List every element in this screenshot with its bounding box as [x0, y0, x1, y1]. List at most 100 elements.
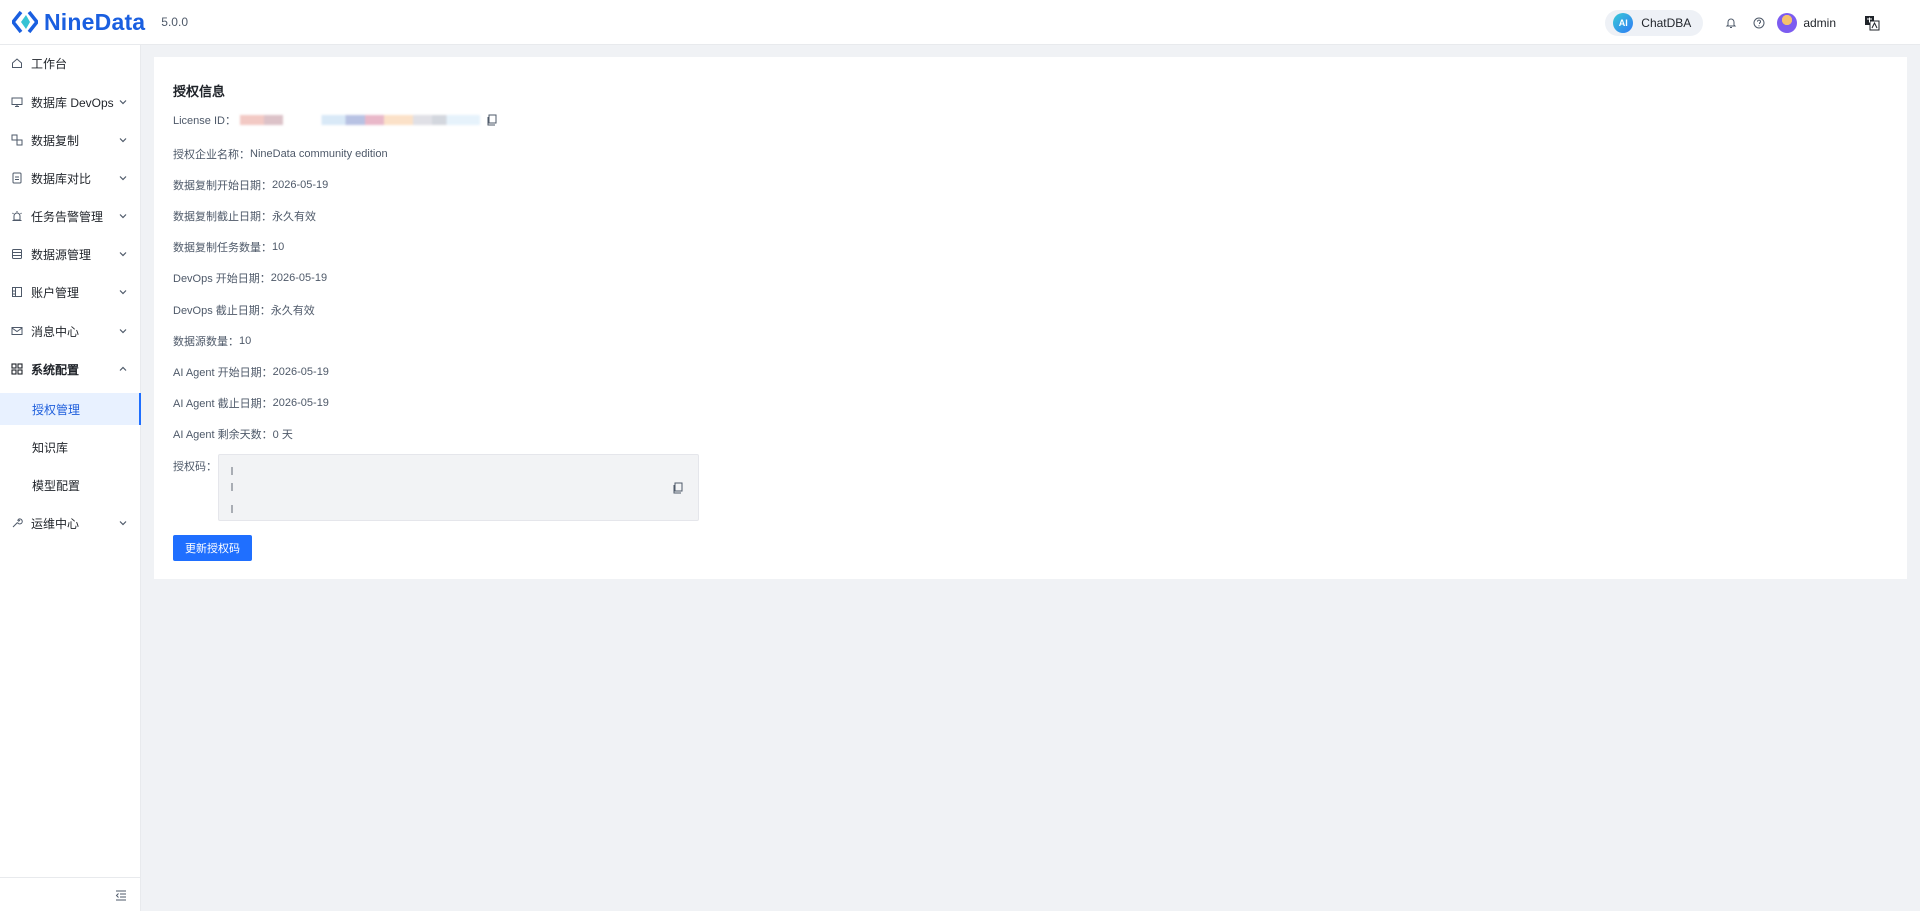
info-label: AI Agent 剩余天数： — [173, 429, 273, 441]
chatdba-label: ChatDBA — [1641, 15, 1692, 30]
sidebar-item-label: 任务告警管理 — [31, 209, 104, 224]
sidebar-subitem-label: 知识库 — [32, 440, 69, 455]
chevron-down-icon — [119, 329, 127, 334]
sidebar-item-label: 数据源管理 — [31, 247, 92, 262]
info-label: 数据复制截止日期： — [173, 211, 272, 223]
bell-icon[interactable] — [1717, 9, 1745, 37]
info-row: AI Agent 开始日期： 2026-05-19 — [173, 364, 329, 380]
chevron-down-icon — [119, 252, 127, 257]
code-line-redacted — [231, 483, 233, 491]
sidebar-subitem-knowledge-base[interactable]: 知识库 — [0, 431, 141, 463]
info-value: NineData community edition — [250, 148, 388, 160]
info-value: 2026-05-19 — [272, 397, 329, 409]
info-label: 数据复制开始日期： — [173, 180, 272, 192]
page-title: 授权信息 — [173, 84, 226, 99]
info-label: 授权企业名称： — [173, 149, 250, 161]
license-id-label: License ID： — [173, 115, 236, 127]
grid-icon — [10, 362, 24, 376]
avatar — [1777, 12, 1798, 33]
sidebar-item-label: 数据库 DevOps — [31, 95, 114, 110]
account-icon — [10, 285, 24, 299]
sidebar-item-messages[interactable]: 消息中心 — [0, 316, 141, 346]
sidebar-item-label: 数据库对比 — [31, 171, 92, 186]
chevron-up-icon — [119, 366, 127, 371]
info-label: DevOps 截止日期： — [173, 305, 271, 317]
ninedata-logo-icon — [11, 9, 39, 35]
compare-icon — [10, 171, 24, 185]
info-value: 10 — [239, 335, 252, 347]
top-header: NineData 5.0.0 AI ChatDBA admin — [0, 0, 1920, 45]
info-label: 数据复制任务数量： — [173, 242, 272, 254]
code-line-redacted — [231, 467, 233, 475]
chevron-down-icon — [119, 176, 127, 181]
sidebar-subitem-label: 模型配置 — [32, 478, 81, 493]
chevron-down-icon — [119, 214, 127, 219]
info-value: 永久有效 — [272, 211, 316, 223]
sidebar-item-label: 账户管理 — [31, 285, 80, 300]
database-icon — [10, 247, 24, 261]
info-row: AI Agent 剩余天数： 0 天 — [173, 426, 293, 442]
info-row: 数据复制任务数量： 10 — [173, 239, 284, 255]
language-icon[interactable] — [1858, 9, 1886, 37]
info-value: 2026-05-19 — [272, 366, 329, 378]
brand-logo[interactable]: NineData — [11, 8, 146, 36]
license-id-redacted — [239, 115, 480, 125]
chevron-down-icon — [119, 100, 127, 105]
sidebar-item-ops-center[interactable]: 运维中心 — [0, 508, 141, 538]
license-code-label: 授权码： — [173, 461, 217, 473]
info-row: AI Agent 截止日期： 2026-05-19 — [173, 395, 329, 411]
sidebar-item-label: 系统配置 — [31, 362, 80, 377]
collapse-menu-icon — [115, 890, 126, 901]
info-value: 永久有效 — [270, 305, 315, 317]
sidebar-subitem-label: 授权管理 — [32, 402, 81, 417]
brand-name: NineData — [44, 8, 146, 35]
alarm-icon — [10, 209, 24, 223]
info-label: AI Agent 截止日期： — [173, 398, 273, 410]
info-row: 授权企业名称： NineData community edition — [173, 146, 388, 162]
sidebar-item-workbench[interactable]: 工作台 — [0, 48, 141, 78]
sidebar-subitem-license[interactable]: 授权管理 — [0, 393, 141, 425]
sidebar-item-account[interactable]: 账户管理 — [0, 277, 141, 307]
mail-icon — [10, 324, 24, 338]
sidebar-collapse-button[interactable] — [0, 877, 141, 911]
info-value: 10 — [272, 241, 285, 253]
code-line-redacted — [231, 505, 233, 513]
copy-icon[interactable] — [672, 482, 684, 494]
monitor-icon — [10, 95, 24, 109]
sidebar-item-compare[interactable]: 数据库对比 — [0, 163, 141, 193]
info-value: 2026-05-19 — [270, 272, 328, 284]
sidebar-item-label: 运维中心 — [31, 516, 80, 531]
user-name: admin — [1803, 15, 1836, 30]
license-info-card: 授权信息 License ID： 授权企业名称： NineData communi… — [154, 57, 1907, 579]
update-license-button[interactable]: 更新授权码 — [173, 535, 252, 561]
info-row: 数据复制开始日期： 2026-05-19 — [173, 177, 328, 193]
sidebar-item-label: 数据复制 — [31, 133, 80, 148]
version-label: 5.0.0 — [161, 15, 188, 29]
user-menu[interactable]: admin — [1777, 12, 1836, 33]
info-label: AI Agent 开始日期： — [173, 367, 273, 379]
sidebar-item-datasource[interactable]: 数据源管理 — [0, 239, 141, 269]
info-row: DevOps 开始日期： 2026-05-19 — [173, 270, 327, 286]
sidebar-item-system-config[interactable]: 系统配置 — [0, 354, 141, 384]
sidebar-item-label: 工作台 — [31, 56, 68, 71]
info-row: DevOps 截止日期： 永久有效 — [173, 302, 315, 318]
sidebar-item-devops[interactable]: 数据库 DevOps — [0, 87, 141, 117]
sidebar-subitem-model-config[interactable]: 模型配置 — [0, 469, 141, 501]
sidebar-item-replication[interactable]: 数据复制 — [0, 125, 141, 155]
sidebar-item-label: 消息中心 — [31, 324, 80, 339]
info-row: 数据源数量： 10 — [173, 333, 251, 349]
sidebar: 工作台 数据库 DevOps 数据复制 数据库对比 任务告警管理 数据源管理 账… — [0, 45, 141, 911]
home-icon — [10, 56, 24, 70]
sidebar-item-alarm[interactable]: 任务告警管理 — [0, 201, 141, 231]
help-icon[interactable] — [1745, 9, 1773, 37]
wrench-icon — [10, 516, 24, 530]
copy-icon[interactable] — [486, 114, 498, 126]
info-value: 2026-05-19 — [272, 179, 329, 191]
info-label: DevOps 开始日期： — [173, 273, 271, 285]
chatdba-button[interactable]: AI ChatDBA — [1605, 9, 1704, 36]
license-code-box[interactable] — [218, 454, 699, 521]
ai-badge-icon: AI — [1613, 12, 1634, 33]
chevron-down-icon — [119, 290, 127, 295]
info-label: 数据源数量： — [173, 336, 239, 348]
info-value: 0 天 — [272, 429, 293, 441]
